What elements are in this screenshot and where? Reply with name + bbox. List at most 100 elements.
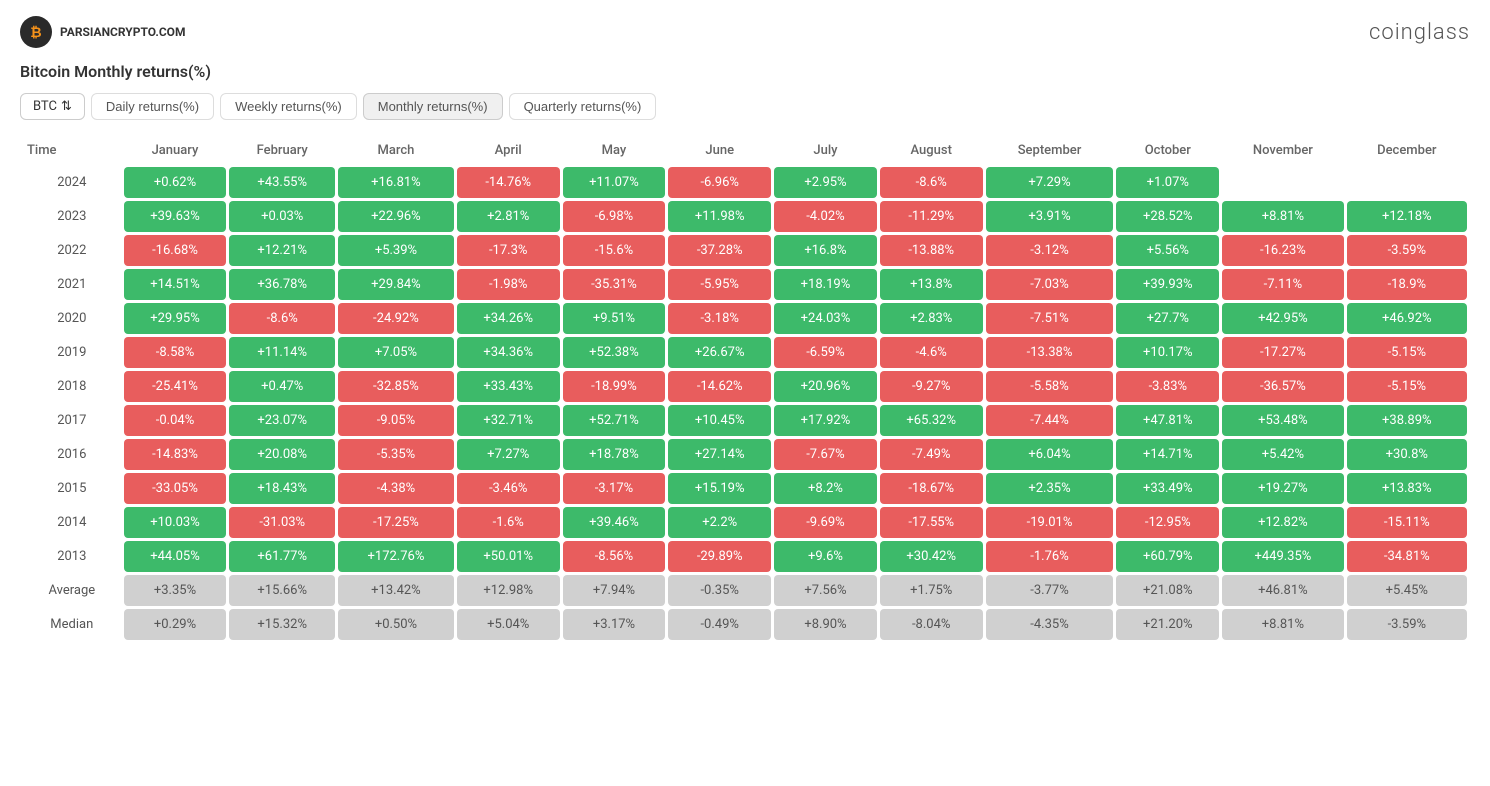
data-cell: +29.84% [338,269,454,300]
tab-bar: BTC ⇅ Daily returns(%) Weekly returns(%)… [20,93,1470,120]
data-cell: +18.19% [774,269,877,300]
tab-daily[interactable]: Daily returns(%) [91,93,214,120]
data-cell: -5.95% [668,269,771,300]
data-cell: +32.71% [457,405,560,436]
data-cell: -4.38% [338,473,454,504]
data-cell: +46.92% [1347,303,1467,334]
table-row: 2020+29.95%-8.6%-24.92%+34.26%+9.51%-3.1… [23,303,1467,334]
btc-selector[interactable]: BTC ⇅ [20,93,85,120]
data-cell: -3.46% [457,473,560,504]
data-cell: +33.49% [1116,473,1219,504]
data-cell: +9.6% [774,541,877,572]
data-cell: -8.6% [880,167,983,198]
year-cell: Median [23,609,121,640]
data-cell: +5.04% [457,609,560,640]
data-cell: +39.46% [563,507,666,538]
table-row: 2022-16.68%+12.21%+5.39%-17.3%-15.6%-37.… [23,235,1467,266]
col-august: August [880,137,983,164]
data-cell: +16.81% [338,167,454,198]
data-cell: -7.49% [880,439,983,470]
tab-weekly[interactable]: Weekly returns(%) [220,93,357,120]
data-cell: +15.19% [668,473,771,504]
data-cell: -16.23% [1222,235,1343,266]
data-cell: +28.52% [1116,201,1219,232]
data-cell: -32.85% [338,371,454,402]
data-cell: -31.03% [229,507,335,538]
data-cell: +2.2% [668,507,771,538]
data-cell: +3.91% [986,201,1114,232]
data-cell: -11.29% [880,201,983,232]
data-cell: +2.81% [457,201,560,232]
data-cell: +29.95% [124,303,227,334]
col-january: January [124,137,227,164]
data-cell: +10.03% [124,507,227,538]
data-cell: +449.35% [1222,541,1343,572]
data-cell: +0.47% [229,371,335,402]
data-cell: -7.44% [986,405,1114,436]
coinglass-brand: coinglass [1369,20,1470,45]
year-cell: 2016 [23,439,121,470]
data-cell: -17.27% [1222,337,1343,368]
data-cell: +16.8% [774,235,877,266]
data-cell: -9.05% [338,405,454,436]
data-cell: +9.51% [563,303,666,334]
table-header-row: Time January February March April May Ju… [23,137,1467,164]
data-cell: +8.90% [774,609,877,640]
data-cell: +17.92% [774,405,877,436]
data-cell: -12.95% [1116,507,1219,538]
data-cell: -9.69% [774,507,877,538]
tab-quarterly[interactable]: Quarterly returns(%) [509,93,657,120]
tab-monthly[interactable]: Monthly returns(%) [363,93,503,120]
data-cell: +2.83% [880,303,983,334]
data-cell: +5.45% [1347,575,1467,606]
year-cell: 2019 [23,337,121,368]
data-cell: +27.14% [668,439,771,470]
data-cell: +47.81% [1116,405,1219,436]
year-cell: 2015 [23,473,121,504]
data-cell: +52.38% [563,337,666,368]
data-cell: +26.67% [668,337,771,368]
data-cell: +14.71% [1116,439,1219,470]
data-cell: +53.48% [1222,405,1343,436]
data-cell: -15.11% [1347,507,1467,538]
col-july: July [774,137,877,164]
data-cell: +0.03% [229,201,335,232]
col-may: May [563,137,666,164]
data-cell: +38.89% [1347,405,1467,436]
data-cell: +7.29% [986,167,1114,198]
returns-table: Time January February March April May Ju… [20,134,1470,643]
data-cell: +1.07% [1116,167,1219,198]
data-cell: +6.04% [986,439,1114,470]
data-cell: -36.57% [1222,371,1343,402]
data-cell: +50.01% [457,541,560,572]
data-cell: -17.3% [457,235,560,266]
data-cell: +12.98% [457,575,560,606]
data-cell: -17.55% [880,507,983,538]
data-cell: +13.83% [1347,473,1467,504]
data-cell: +0.29% [124,609,227,640]
col-june: June [668,137,771,164]
data-cell: +46.81% [1222,575,1343,606]
data-cell: -1.6% [457,507,560,538]
data-cell: -8.6% [229,303,335,334]
data-cell: +13.42% [338,575,454,606]
data-cell: +13.8% [880,269,983,300]
data-cell: +7.94% [563,575,666,606]
data-cell: +5.39% [338,235,454,266]
data-cell: +52.71% [563,405,666,436]
data-cell: -15.6% [563,235,666,266]
year-cell: 2014 [23,507,121,538]
table-row: 2015-33.05%+18.43%-4.38%-3.46%-3.17%+15.… [23,473,1467,504]
page-title: Bitcoin Monthly returns(%) [20,58,1470,93]
btc-label: BTC [33,99,57,114]
col-march: March [338,137,454,164]
returns-table-container: Time January February March April May Ju… [20,134,1470,643]
data-cell: +39.93% [1116,269,1219,300]
year-cell: 2017 [23,405,121,436]
data-cell: +23.07% [229,405,335,436]
data-cell: -35.31% [563,269,666,300]
data-cell: +30.42% [880,541,983,572]
data-cell: +11.98% [668,201,771,232]
data-cell: +2.35% [986,473,1114,504]
data-cell: -29.89% [668,541,771,572]
